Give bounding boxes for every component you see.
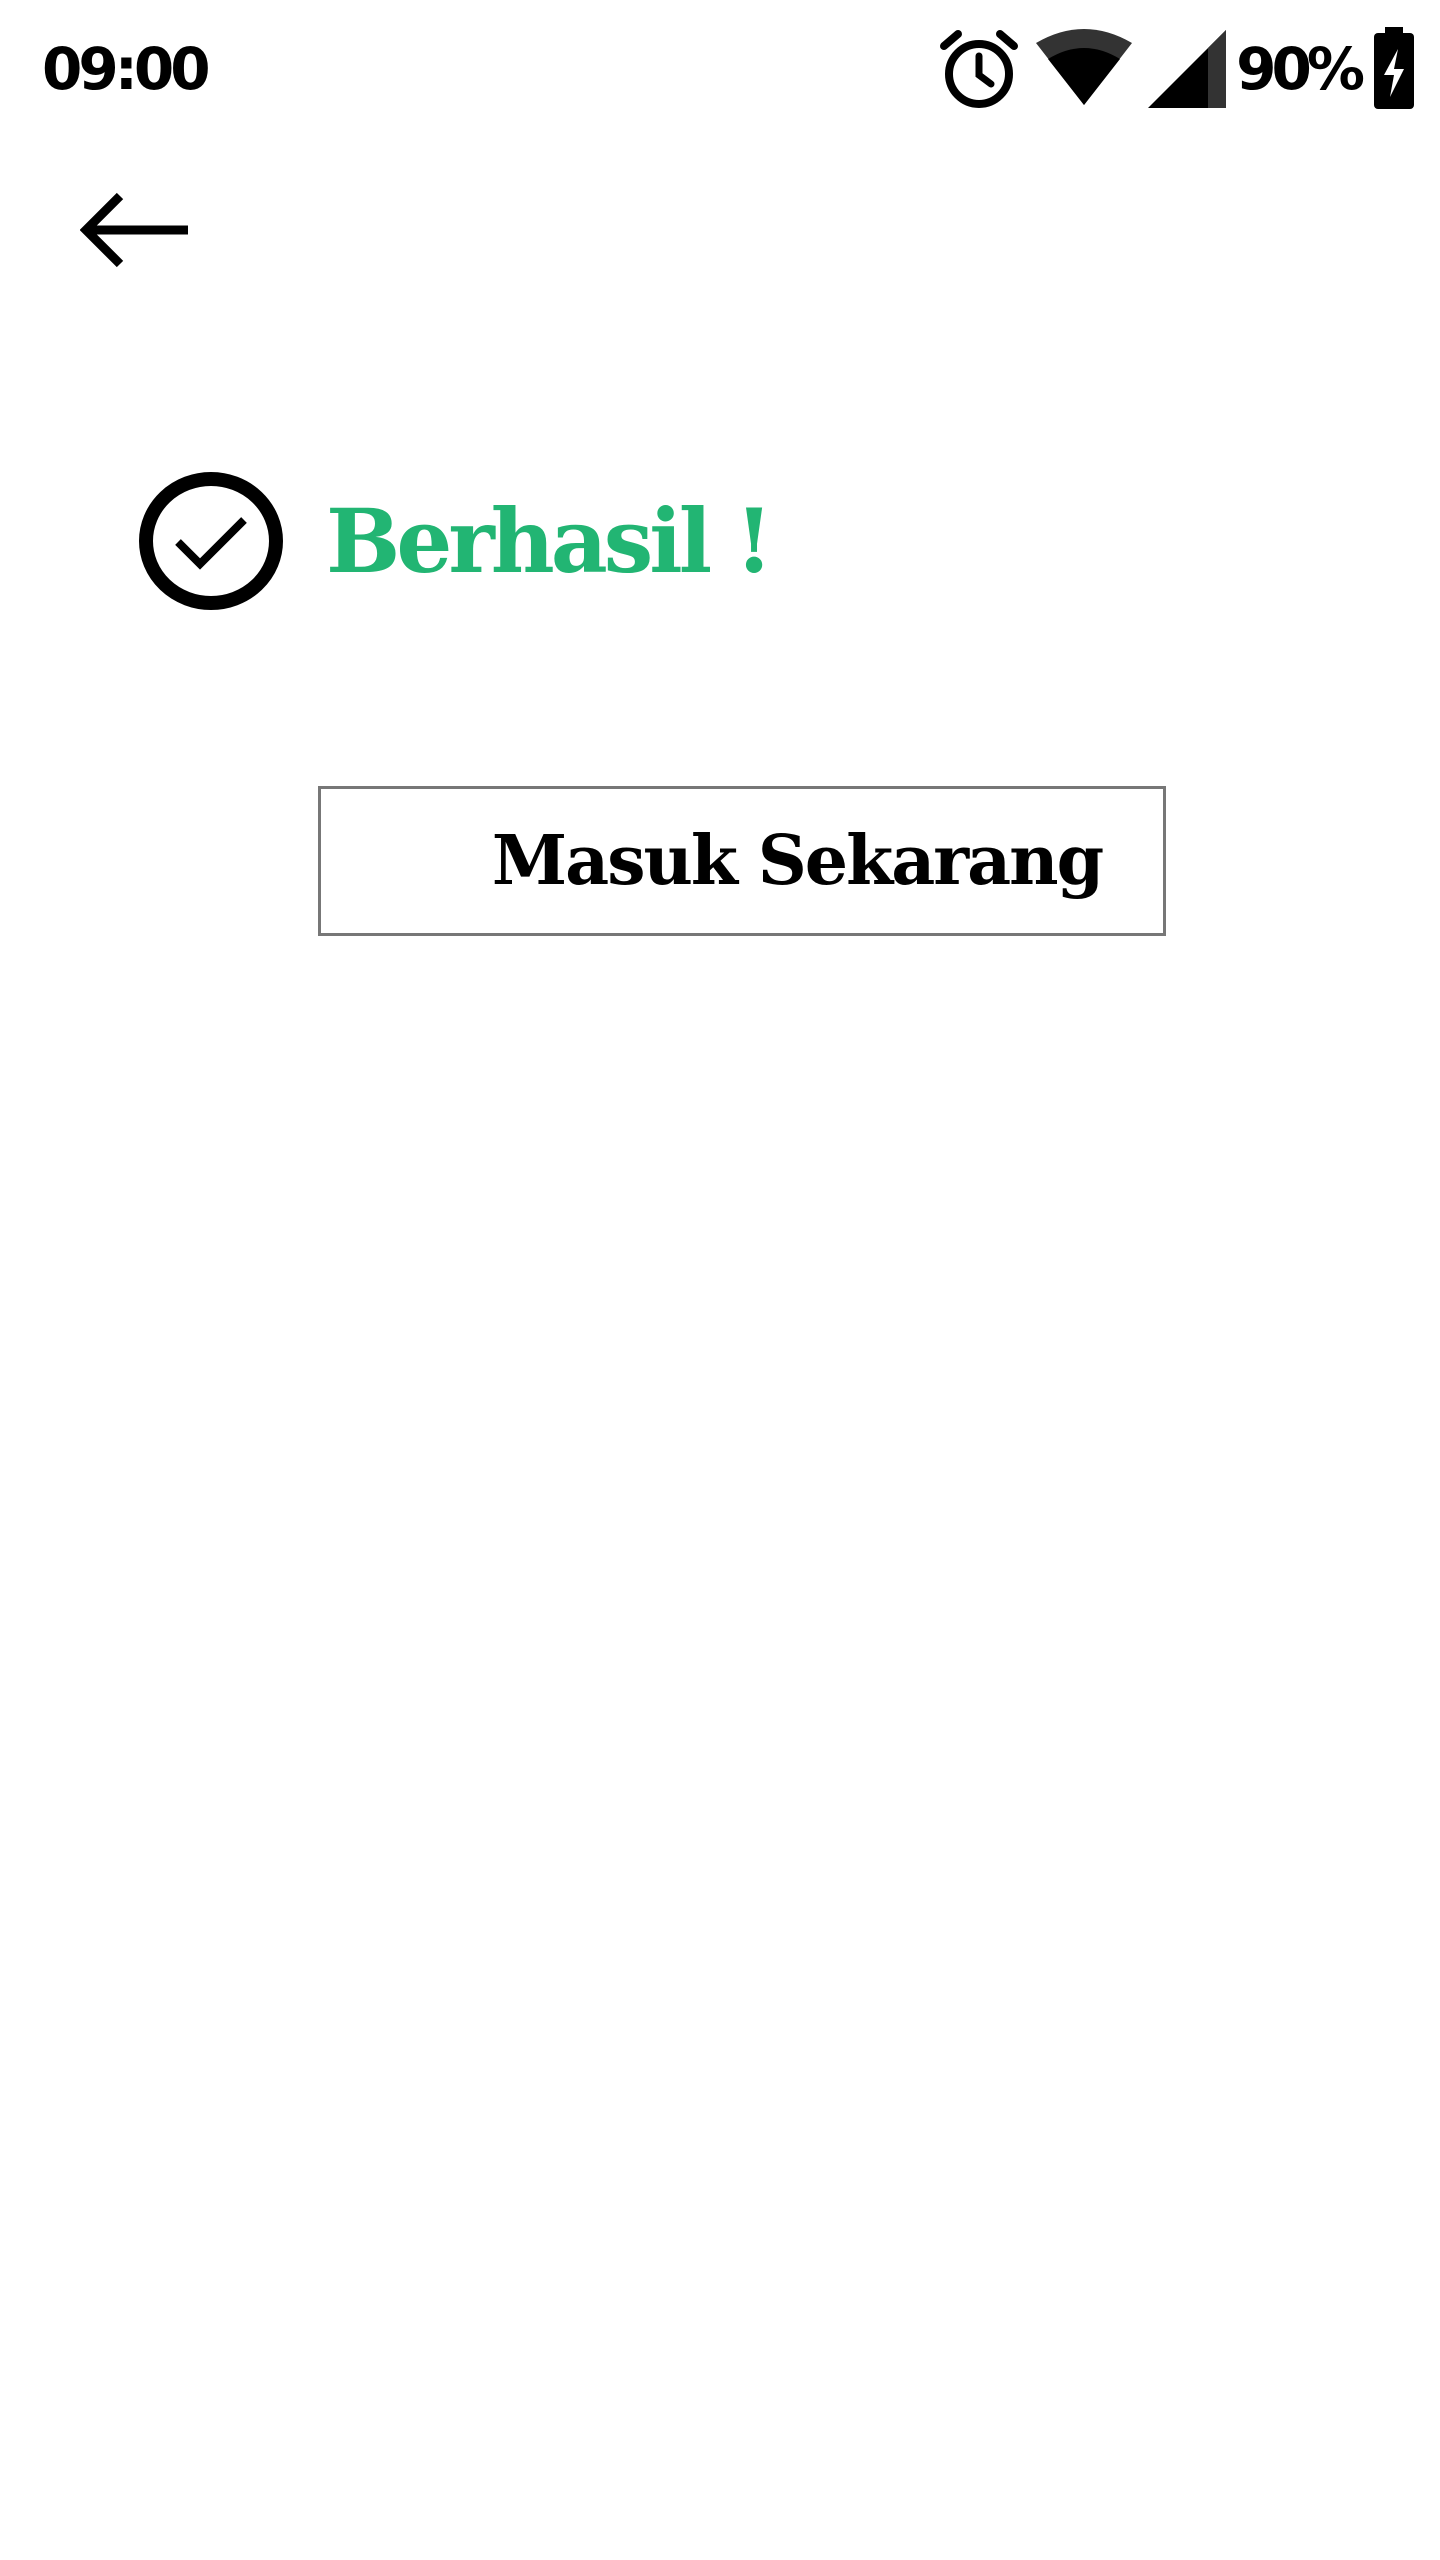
battery-percent: 90% [1236,35,1365,103]
wifi-icon [1036,29,1133,105]
battery-charging-icon [1374,27,1414,109]
cell-signal-icon [1148,30,1227,108]
arrow-left-icon [80,192,188,268]
success-message: Berhasil ! [136,466,773,616]
status-time: 09:00 [42,35,211,103]
back-button[interactable] [60,170,220,290]
login-now-button[interactable]: Masuk Sekarang [318,786,1166,936]
status-icons: 90% [936,24,1416,114]
alarm-icon [940,30,1019,108]
success-title: Berhasil ! [326,489,773,593]
check-circle-icon [139,472,283,610]
login-now-label: Masuk Sekarang [491,821,1104,901]
status-bar: 09:00 90% [0,0,1440,140]
